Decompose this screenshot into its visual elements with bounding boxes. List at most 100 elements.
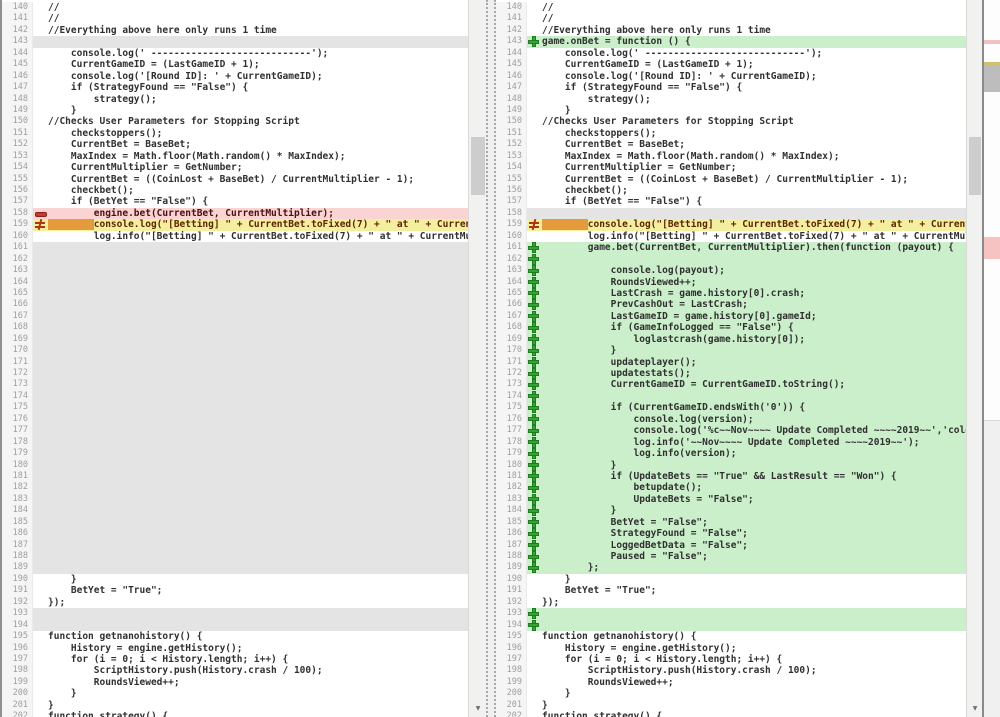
left-file-pane[interactable]: 140//141//142//Everything above here onl… bbox=[2, 0, 468, 717]
line-number: 145 bbox=[496, 59, 527, 70]
line-number: 193 bbox=[496, 608, 527, 619]
code-line: 146 console.log('[Round ID]: ' + Current… bbox=[2, 71, 468, 82]
diff-icon-gutter bbox=[527, 288, 542, 299]
code-text: if (BetYet == "False") { bbox=[48, 196, 468, 207]
line-number: 182 bbox=[2, 482, 33, 493]
code-line: 165 LastCrash = game.history[0].crash; bbox=[496, 288, 966, 299]
line-number: 143 bbox=[496, 36, 527, 47]
code-text: updatestats(); bbox=[542, 368, 966, 379]
line-number: 176 bbox=[2, 414, 33, 425]
code-line: 194 bbox=[2, 620, 468, 631]
code-line: 169 loglastcrash(game.history[0]); bbox=[496, 334, 966, 345]
line-number: 183 bbox=[496, 494, 527, 505]
code-line: 158 engine.bet(CurrentBet, CurrentMultip… bbox=[2, 208, 468, 219]
diff-icon-gutter bbox=[33, 288, 48, 299]
line-number: 161 bbox=[2, 242, 33, 253]
added-line-icon bbox=[529, 403, 538, 412]
added-line-icon bbox=[529, 312, 538, 321]
code-text bbox=[48, 471, 468, 482]
code-text: } bbox=[48, 688, 468, 699]
code-line: 164 bbox=[2, 277, 468, 288]
diff-icon-gutter bbox=[527, 254, 542, 265]
code-text bbox=[48, 36, 468, 47]
diff-icon-gutter bbox=[33, 551, 48, 562]
left-scroll-down-button[interactable]: ▼ bbox=[469, 700, 487, 717]
code-line: 145 CurrentGameID = (LastGameID + 1); bbox=[2, 59, 468, 70]
line-number: 194 bbox=[496, 620, 527, 631]
diff-icon-gutter bbox=[527, 322, 542, 333]
diff-icon-gutter bbox=[33, 36, 48, 47]
code-line: 170 bbox=[2, 345, 468, 356]
diff-icon-gutter bbox=[33, 59, 48, 70]
diff-icon-gutter bbox=[33, 414, 48, 425]
left-scrollbar-thumb[interactable] bbox=[471, 137, 485, 195]
code-line: 162 bbox=[496, 254, 966, 265]
added-line-icon bbox=[529, 563, 538, 572]
line-number: 179 bbox=[2, 448, 33, 459]
code-text: if (UpdateBets == "True" && LastResult =… bbox=[542, 471, 966, 482]
diff-icon-gutter bbox=[33, 196, 48, 207]
code-text: log.info("[Betting] " + CurrentBet.toFix… bbox=[48, 231, 468, 242]
code-text: } bbox=[542, 105, 966, 116]
line-number: 186 bbox=[496, 528, 527, 539]
line-number: 195 bbox=[2, 631, 33, 642]
right-scroll-down-button[interactable]: ▼ bbox=[967, 700, 983, 717]
diff-icon-gutter bbox=[527, 494, 542, 505]
diff-location-minimap[interactable] bbox=[984, 0, 1000, 717]
code-line: 178 log.info('~~Nov~~~~ Update Completed… bbox=[496, 437, 966, 448]
diff-icon-gutter bbox=[33, 357, 48, 368]
diff-icon-gutter bbox=[33, 322, 48, 333]
code-text bbox=[48, 437, 468, 448]
diff-icon-gutter bbox=[33, 402, 48, 413]
right-vertical-scrollbar[interactable]: ▼ bbox=[966, 0, 983, 717]
code-line: 151 checkstoppers(); bbox=[496, 128, 966, 139]
added-line-icon bbox=[529, 380, 538, 389]
code-text: game.bet(CurrentBet, CurrentMultiplier).… bbox=[542, 242, 966, 253]
diff-icon-gutter bbox=[527, 94, 542, 105]
line-number: 201 bbox=[2, 700, 33, 711]
diff-icon-gutter bbox=[527, 174, 542, 185]
code-line: 172 bbox=[2, 368, 468, 379]
code-text: console.log('[Round ID]: ' + CurrentGame… bbox=[48, 71, 468, 82]
code-text bbox=[48, 551, 468, 562]
code-line: 201} bbox=[2, 700, 468, 711]
diff-icon-gutter bbox=[33, 631, 48, 642]
diff-icon-gutter bbox=[527, 517, 542, 528]
left-vertical-scrollbar[interactable]: ▼ bbox=[468, 0, 487, 717]
code-text: } bbox=[542, 345, 966, 356]
code-text: LoggedBetData = "False"; bbox=[542, 540, 966, 551]
code-line: 159 console.log("[Betting] " + CurrentBe… bbox=[496, 219, 966, 230]
diff-icon-gutter bbox=[527, 540, 542, 551]
diff-icon-gutter bbox=[527, 505, 542, 516]
code-text: LastCrash = game.history[0].crash; bbox=[542, 288, 966, 299]
diff-icon-gutter bbox=[527, 334, 542, 345]
code-line: 180 bbox=[2, 460, 468, 471]
added-line-icon bbox=[529, 518, 538, 527]
code-text: for (i = 0; i < History.length; i++) { bbox=[542, 654, 966, 665]
code-text: console.log('%c~~Nov~~~~ Update Complete… bbox=[542, 425, 966, 436]
code-text bbox=[48, 334, 468, 345]
code-text: // bbox=[48, 13, 468, 24]
diff-icon-gutter bbox=[33, 208, 48, 219]
code-line: 185 bbox=[2, 517, 468, 528]
diff-icon-gutter bbox=[527, 643, 542, 654]
diff-icon-gutter bbox=[33, 13, 48, 24]
line-number: 170 bbox=[2, 345, 33, 356]
code-text: log.info(version); bbox=[542, 448, 966, 459]
right-file-pane[interactable]: 140//141//142//Everything above here onl… bbox=[496, 0, 966, 717]
diff-icon-gutter bbox=[527, 13, 542, 24]
line-number: 178 bbox=[2, 437, 33, 448]
code-line: 186 StrategyFound = "False"; bbox=[496, 528, 966, 539]
scroll-down-arrow-icon: ▼ bbox=[973, 705, 978, 712]
pane-splitter[interactable] bbox=[486, 0, 496, 717]
code-line: 156 checkbet(); bbox=[2, 185, 468, 196]
right-scrollbar-thumb[interactable] bbox=[969, 137, 981, 195]
code-text: }); bbox=[48, 597, 468, 608]
diff-icon-gutter bbox=[33, 345, 48, 356]
added-line-icon bbox=[529, 37, 538, 46]
line-number: 150 bbox=[2, 116, 33, 127]
code-line: 193 bbox=[2, 608, 468, 619]
diff-icon-gutter bbox=[33, 711, 48, 717]
line-number: 181 bbox=[2, 471, 33, 482]
line-number: 167 bbox=[496, 311, 527, 322]
